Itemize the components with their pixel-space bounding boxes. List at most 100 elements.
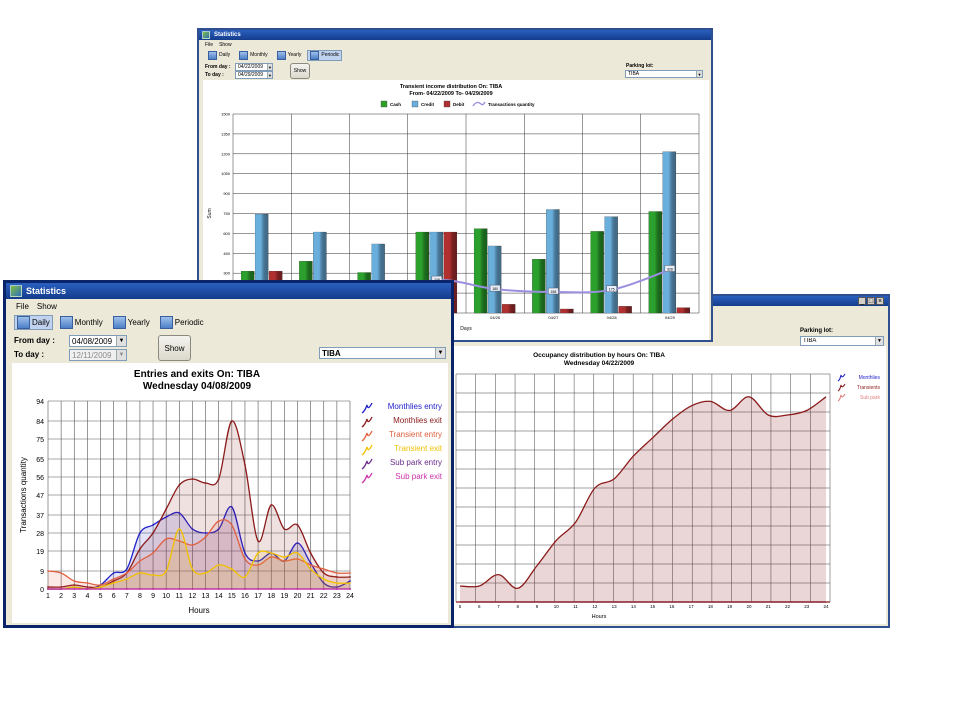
menu-file[interactable]: File	[16, 302, 29, 311]
data-point	[165, 588, 168, 590]
data-point	[230, 568, 233, 570]
periodic-titlebar[interactable]: Statistics	[199, 30, 711, 40]
maximize-icon[interactable]: □	[867, 297, 875, 305]
legend-label: Sub park	[860, 395, 881, 401]
bar-shade	[488, 246, 502, 313]
data-point	[296, 588, 299, 590]
x-tick-label: 17	[254, 593, 262, 600]
data-point	[204, 482, 207, 484]
calendar-icon	[17, 315, 30, 329]
daily-show-button[interactable]: Show	[158, 335, 191, 361]
daily-menubar: File Show	[6, 299, 451, 313]
chevron-down-icon[interactable]: ▼	[267, 64, 272, 70]
x-tick-label: 04/28	[607, 315, 618, 320]
y-tick-label: 600	[223, 231, 230, 236]
periodic-to-date[interactable]: 04/29/2009 ▼	[235, 71, 273, 79]
periodic-parking-label: Parking lot:	[626, 63, 654, 69]
y-tick-label: 1350	[221, 131, 231, 136]
legend-label: Transient entry	[389, 430, 442, 439]
chevron-down-icon[interactable]: ▼	[435, 348, 445, 358]
data-point	[270, 552, 273, 554]
x-tick-label: 10	[554, 604, 560, 609]
daily-to-date: 12/11/2009 ▼	[69, 349, 127, 361]
x-tick-label: 5	[459, 604, 462, 609]
data-point	[191, 568, 194, 570]
legend-swatch	[361, 472, 373, 484]
daily-to-label: To day :	[14, 350, 45, 359]
y-tick-label: 65	[36, 457, 44, 464]
legend-swatch	[361, 402, 373, 414]
x-tick-label: 3	[72, 593, 76, 600]
occupancy-chart: Occupancy distribution by hours On: TIBA…	[455, 352, 881, 620]
legend-label: Monthlies	[859, 375, 881, 381]
data-point	[178, 588, 181, 590]
tab-yearly[interactable]: Yearly	[110, 315, 153, 330]
data-point	[244, 464, 246, 466]
daily-parking-select[interactable]: TIBA ▼	[319, 347, 446, 359]
x-tick-label: 9	[151, 593, 155, 600]
data-point	[217, 478, 220, 480]
tab-label: Daily	[32, 317, 50, 327]
periodic-parking-select[interactable]: TIBA ▼	[625, 70, 703, 78]
x-tick-label: 12	[189, 593, 197, 600]
close-icon[interactable]: ×	[876, 297, 884, 305]
calendar-icon	[208, 50, 217, 60]
bar-shade	[618, 306, 632, 313]
menu-file[interactable]: File	[205, 42, 213, 48]
chevron-down-icon[interactable]: ▼	[875, 337, 883, 345]
occupancy-chart-panel: Occupancy distribution by hours On: TIBA…	[454, 346, 886, 624]
x-tick-label: 17	[689, 604, 695, 609]
x-tick-label: 7	[125, 593, 129, 600]
data-point	[230, 588, 233, 590]
tab-monthly[interactable]: Monthly	[236, 50, 271, 61]
x-tick-label: 20	[294, 593, 302, 600]
x-tick-label: 13	[202, 593, 210, 600]
chevron-down-icon[interactable]: ▼	[696, 71, 702, 77]
calendar-icon	[59, 315, 73, 329]
data-point	[257, 540, 259, 542]
tab-yearly[interactable]: Yearly	[274, 50, 305, 61]
data-point	[125, 578, 128, 580]
tab-monthly[interactable]: Monthly	[57, 315, 106, 330]
daily-from-value: 04/08/2009	[72, 336, 113, 346]
data-point	[60, 588, 63, 590]
minimize-icon[interactable]: _	[858, 297, 866, 305]
tab-daily[interactable]: Daily	[14, 314, 53, 330]
data-point	[165, 538, 168, 540]
data-point	[60, 572, 63, 574]
x-tick-label: 14	[631, 604, 637, 609]
periodic-show-button[interactable]: Show	[290, 63, 310, 79]
data-point	[283, 588, 286, 590]
occupancy-parking-value: TIBA	[803, 338, 817, 344]
legend-swatch	[361, 458, 373, 470]
data-point	[322, 578, 325, 580]
tab-periodic[interactable]: Periodic	[307, 49, 343, 61]
daily-toolbar: Daily Monthly Yearly Periodic	[6, 313, 451, 331]
legend-label: Sub park entry	[390, 458, 442, 467]
periodic-from-date[interactable]: 04/22/2009 ▼	[235, 63, 273, 71]
daily-titlebar[interactable]: Statistics	[6, 283, 451, 299]
data-point	[139, 532, 141, 534]
menu-show[interactable]: Show	[37, 302, 57, 311]
chevron-down-icon[interactable]: ▼	[116, 336, 126, 346]
chevron-down-icon[interactable]: ▼	[267, 72, 272, 78]
data-point	[309, 568, 312, 570]
menu-show[interactable]: Show	[219, 42, 232, 48]
calendar-icon	[239, 50, 249, 60]
data-point	[152, 588, 154, 590]
y-axis-label: Sum	[207, 208, 213, 218]
data-point	[125, 572, 128, 574]
calendar-icon	[310, 50, 320, 60]
tab-periodic[interactable]: Periodic	[157, 315, 207, 330]
legend-swatch	[837, 393, 846, 402]
x-tick-label: 13	[612, 604, 618, 609]
occupancy-parking-select[interactable]: TIBA ▼	[800, 336, 884, 346]
app-icon	[202, 31, 210, 39]
legend-label: Debit	[453, 102, 465, 107]
tab-daily[interactable]: Daily	[205, 50, 233, 61]
data-point	[349, 572, 351, 574]
data-point	[204, 536, 207, 538]
data-point	[165, 570, 168, 572]
bar-shade	[662, 151, 676, 313]
daily-from-date[interactable]: 04/08/2009 ▼	[69, 335, 127, 347]
